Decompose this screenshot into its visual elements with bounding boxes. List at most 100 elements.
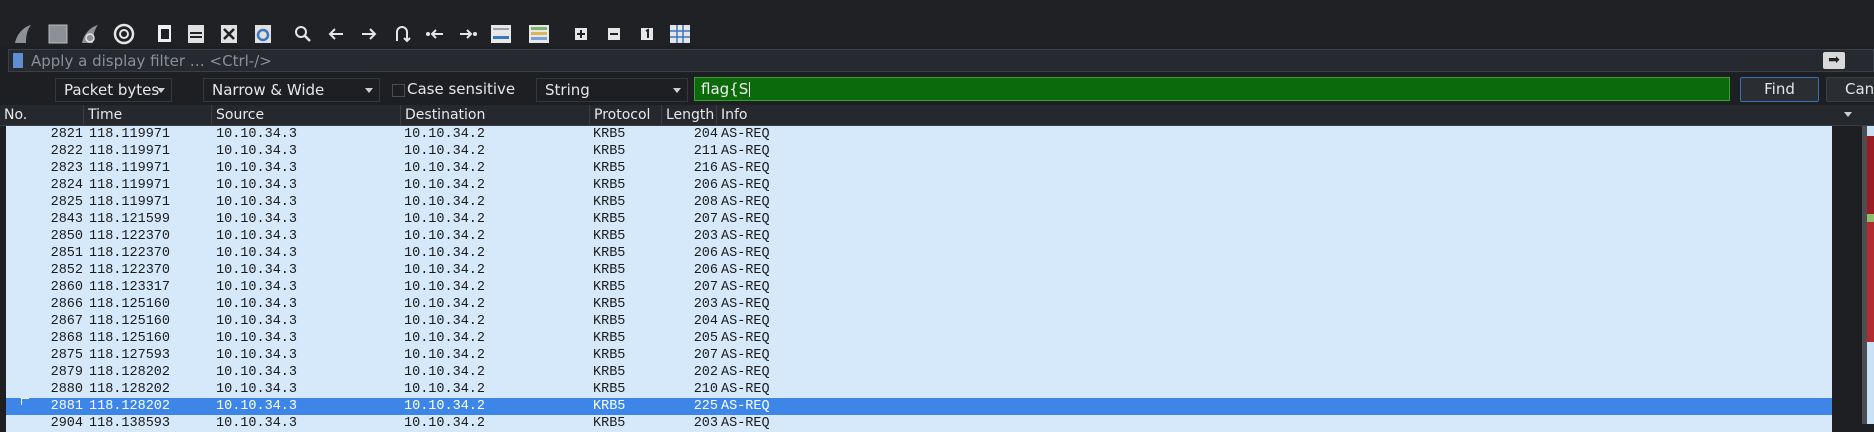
cell-time: 118.128202 bbox=[89, 382, 171, 397]
cell-dst: 10.10.34.2 bbox=[404, 348, 486, 363]
cell-info: AS-REQ bbox=[721, 246, 770, 261]
cell-no: 2822 bbox=[50, 144, 83, 159]
search-in-select[interactable]: Packet bytes bbox=[55, 78, 172, 102]
table-row-selected[interactable]: 2881 118.128202 10.10.34.3 10.10.34.2 KRB5 22… bbox=[6, 398, 1832, 415]
cell-info: AS-REQ bbox=[721, 399, 770, 414]
chevron-down-icon bbox=[157, 88, 165, 93]
char-width-select[interactable]: Narrow & Wide bbox=[203, 78, 380, 102]
packet-minimap[interactable] bbox=[1867, 126, 1874, 424]
cell-proto: KRB5 bbox=[593, 297, 626, 312]
sort-chevron-icon bbox=[1844, 112, 1852, 117]
case-sensitive-checkbox[interactable] bbox=[392, 84, 405, 97]
reload-file-icon[interactable] bbox=[250, 20, 276, 48]
cell-proto: KRB5 bbox=[593, 314, 626, 329]
cell-no: 2821 bbox=[50, 127, 83, 142]
table-row[interactable]: 2860 118.123317 10.10.34.3 10.10.34.2 KRB5 20… bbox=[6, 279, 1832, 296]
stop-square-icon[interactable] bbox=[45, 20, 71, 48]
cell-src: 10.10.34.3 bbox=[216, 263, 298, 278]
table-row[interactable]: 2822 118.119971 10.10.34.3 10.10.34.2 KRB5 21… bbox=[6, 143, 1832, 160]
table-row[interactable]: 2824 118.119971 10.10.34.3 10.10.34.2 KRB5 20… bbox=[6, 177, 1832, 194]
apply-filter-arrow-icon[interactable]: ➡ bbox=[1823, 52, 1845, 69]
cell-no: 2866 bbox=[50, 297, 83, 312]
search-in-value: Packet bytes bbox=[64, 81, 160, 99]
column-header-info[interactable]: Info bbox=[717, 105, 1874, 125]
search-type-value: String bbox=[545, 81, 590, 99]
cell-no: 2868 bbox=[50, 331, 83, 346]
go-forward-icon[interactable] bbox=[356, 20, 382, 48]
save-file-icon[interactable] bbox=[183, 20, 209, 48]
display-filter-input[interactable]: Apply a display filter … <Ctrl-/> bbox=[31, 51, 272, 71]
search-type-select[interactable]: String bbox=[536, 78, 688, 102]
bookmark-icon[interactable] bbox=[13, 53, 23, 68]
cell-time: 118.122370 bbox=[89, 263, 171, 278]
cell-src: 10.10.34.3 bbox=[216, 348, 298, 363]
last-packet-icon[interactable] bbox=[455, 20, 481, 48]
zoom-in-icon[interactable] bbox=[568, 20, 594, 48]
go-to-packet-icon[interactable] bbox=[389, 20, 415, 48]
display-filter-bar[interactable]: Apply a display filter … <Ctrl-/> ➡ bbox=[8, 49, 1874, 72]
cell-len: 206 bbox=[693, 178, 718, 193]
cell-proto: KRB5 bbox=[593, 382, 626, 397]
zoom-out-icon[interactable] bbox=[601, 20, 627, 48]
cell-len: 211 bbox=[693, 144, 718, 159]
shark-fin-start-icon[interactable] bbox=[10, 20, 36, 48]
cell-src: 10.10.34.3 bbox=[216, 365, 298, 380]
cell-len: 203 bbox=[693, 229, 718, 244]
column-header-no[interactable]: No. bbox=[0, 105, 84, 125]
cell-proto: KRB5 bbox=[593, 161, 626, 176]
cell-src: 10.10.34.3 bbox=[216, 144, 298, 159]
char-width-value: Narrow & Wide bbox=[212, 81, 325, 99]
table-row[interactable]: 2821 118.119971 10.10.34.3 10.10.34.2 KRB5 20… bbox=[6, 126, 1832, 143]
close-file-icon[interactable] bbox=[216, 20, 242, 48]
go-back-icon[interactable] bbox=[323, 20, 349, 48]
resize-columns-icon[interactable] bbox=[667, 20, 693, 48]
column-header-time[interactable]: Time bbox=[84, 105, 212, 125]
related-packet-mark-icon bbox=[21, 398, 29, 405]
normal-size-icon[interactable] bbox=[634, 20, 660, 48]
table-row[interactable]: 2879 118.128202 10.10.34.3 10.10.34.2 KRB5 20… bbox=[6, 364, 1832, 381]
cell-src: 10.10.34.3 bbox=[216, 314, 298, 329]
cell-info: AS-REQ bbox=[721, 144, 770, 159]
cell-len: 207 bbox=[693, 280, 718, 295]
chevron-down-icon bbox=[673, 88, 681, 93]
table-row[interactable]: 2843 118.121599 10.10.34.3 10.10.34.2 KRB5 20… bbox=[6, 211, 1832, 228]
table-row[interactable]: 2880 118.128202 10.10.34.3 10.10.34.2 KRB5 21… bbox=[6, 381, 1832, 398]
table-row[interactable]: 2851 118.122370 10.10.34.3 10.10.34.2 KRB5 20… bbox=[6, 245, 1832, 262]
packet-list[interactable]: No. Time Source Destination Protocol Len… bbox=[0, 105, 1874, 432]
column-header-source[interactable]: Source bbox=[212, 105, 401, 125]
case-sensitive-label[interactable]: Case sensitive bbox=[407, 79, 515, 99]
restart-fin-icon[interactable] bbox=[77, 20, 103, 48]
first-packet-icon[interactable] bbox=[422, 20, 448, 48]
cell-no: 2881 bbox=[50, 399, 83, 414]
column-header-destination[interactable]: Destination bbox=[401, 105, 590, 125]
cancel-button[interactable]: Cancel bbox=[1826, 77, 1874, 102]
cell-dst: 10.10.34.2 bbox=[404, 127, 486, 142]
find-button[interactable]: Find bbox=[1740, 77, 1819, 102]
cell-info: AS-REQ bbox=[721, 127, 770, 142]
cell-proto: KRB5 bbox=[593, 195, 626, 210]
cell-info: AS-REQ bbox=[721, 331, 770, 346]
autoscroll-icon[interactable] bbox=[488, 20, 514, 48]
find-search-input[interactable]: flag{S bbox=[694, 77, 1730, 101]
cell-proto: KRB5 bbox=[593, 246, 626, 261]
column-header-protocol[interactable]: Protocol bbox=[590, 105, 662, 125]
table-row[interactable]: 2825 118.119971 10.10.34.3 10.10.34.2 KRB5 20… bbox=[6, 194, 1832, 211]
cell-info: AS-REQ bbox=[721, 280, 770, 295]
capture-options-gear-icon[interactable] bbox=[111, 20, 137, 48]
column-header-length[interactable]: Length bbox=[662, 105, 717, 125]
cell-info: AS-REQ bbox=[721, 263, 770, 278]
table-row[interactable]: 2866 118.125160 10.10.34.3 10.10.34.2 KRB5 20… bbox=[6, 296, 1832, 313]
cell-proto: KRB5 bbox=[593, 212, 626, 227]
colorize-icon[interactable] bbox=[526, 20, 552, 48]
table-row[interactable]: 2868 118.125160 10.10.34.3 10.10.34.2 KRB5 20… bbox=[6, 330, 1832, 347]
table-row[interactable]: 2850 118.122370 10.10.34.3 10.10.34.2 KRB5 20… bbox=[6, 228, 1832, 245]
open-file-icon[interactable] bbox=[152, 20, 178, 48]
cell-no: 2850 bbox=[50, 229, 83, 244]
cell-no: 2860 bbox=[50, 280, 83, 295]
cell-proto: KRB5 bbox=[593, 348, 626, 363]
table-row[interactable]: 2875 118.127593 10.10.34.3 10.10.34.2 KRB5 20… bbox=[6, 347, 1832, 364]
search-icon[interactable] bbox=[290, 20, 316, 48]
table-row[interactable]: 2823 118.119971 10.10.34.3 10.10.34.2 KRB5 21… bbox=[6, 160, 1832, 177]
table-row[interactable]: 2867 118.125160 10.10.34.3 10.10.34.2 KRB5 20… bbox=[6, 313, 1832, 330]
table-row[interactable]: 2852 118.122370 10.10.34.3 10.10.34.2 KRB5 20… bbox=[6, 262, 1832, 279]
